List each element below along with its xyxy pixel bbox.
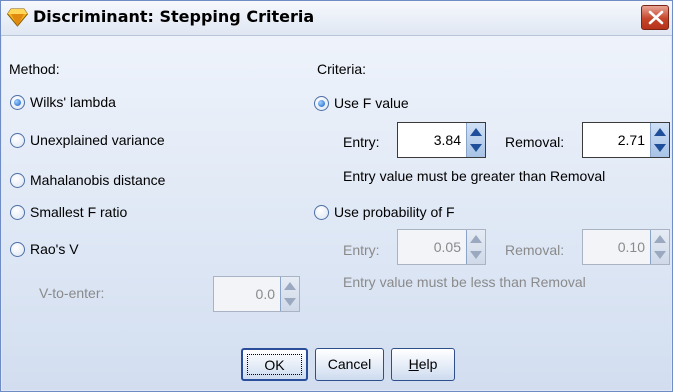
close-icon	[648, 10, 664, 25]
prob-removal-value: 0.10	[617, 239, 645, 255]
radio-label: Use F value	[334, 95, 409, 111]
ok-button-focus: OK	[247, 354, 302, 375]
radio-label: Wilks' lambda	[30, 94, 116, 110]
radio-label: Smallest F ratio	[30, 204, 128, 220]
radio-wilks-lambda[interactable]: Wilks' lambda	[10, 94, 116, 110]
spin-down-icon[interactable]	[470, 144, 482, 152]
f-entry-value: 3.84	[433, 132, 461, 148]
spin-up-icon[interactable]	[470, 235, 482, 243]
help-label-rest: elp	[418, 356, 438, 372]
spin-down-icon[interactable]	[284, 298, 296, 306]
spin-up-icon[interactable]	[284, 282, 296, 290]
radio-unexplained-variance[interactable]: Unexplained variance	[10, 132, 165, 148]
spinner-arrows[interactable]	[650, 230, 669, 264]
f-entry-spinner[interactable]: 3.84	[397, 122, 486, 158]
prob-removal-label: Removal:	[505, 242, 565, 258]
cancel-button[interactable]: Cancel	[315, 348, 384, 381]
radio-indicator	[10, 172, 25, 188]
radio-indicator	[10, 241, 25, 257]
f-removal-label: Removal:	[505, 134, 565, 150]
prob-entry-spinner[interactable]: 0.05	[397, 229, 486, 265]
radio-raos-v[interactable]: Rao's V	[10, 241, 79, 257]
criteria-label: Criteria:	[317, 61, 367, 77]
window-title: Discriminant: Stepping Criteria	[33, 7, 315, 26]
radio-indicator	[10, 204, 25, 220]
radio-label: Unexplained variance	[30, 132, 165, 148]
spin-up-icon[interactable]	[654, 235, 666, 243]
radio-label: Use probability of F	[334, 204, 455, 220]
radio-use-f-value[interactable]: Use F value	[314, 95, 409, 111]
f-removal-value: 2.71	[617, 132, 645, 148]
spin-down-icon[interactable]	[654, 144, 666, 152]
spinner-arrows[interactable]	[650, 123, 669, 157]
f-removal-spinner[interactable]: 2.71	[582, 122, 670, 158]
dialog-body: Method: Wilks' lambda Unexplained varian…	[2, 36, 671, 390]
f-note: Entry value must be greater than Removal	[343, 168, 606, 184]
spin-down-icon[interactable]	[470, 251, 482, 259]
radio-use-probability-of-f[interactable]: Use probability of F	[314, 204, 455, 220]
prob-entry-value: 0.05	[433, 239, 461, 255]
radio-indicator	[314, 204, 329, 220]
f-entry-label: Entry:	[343, 134, 380, 150]
dialog-window: Discriminant: Stepping Criteria Method: …	[0, 0, 673, 392]
radio-label: Mahalanobis distance	[30, 172, 166, 188]
spinner-arrows[interactable]	[466, 230, 485, 264]
radio-label: Rao's V	[30, 241, 79, 257]
spin-up-icon[interactable]	[654, 128, 666, 136]
method-label: Method:	[9, 61, 60, 77]
v-to-enter-label: V-to-enter:	[39, 285, 105, 301]
close-button[interactable]	[641, 5, 669, 30]
radio-mahalanobis-distance[interactable]: Mahalanobis distance	[10, 172, 165, 188]
radio-indicator	[10, 94, 25, 110]
spin-down-icon[interactable]	[654, 251, 666, 259]
spinner-arrows[interactable]	[280, 277, 299, 311]
ok-button[interactable]: OK	[241, 348, 308, 381]
app-diamond-icon	[7, 8, 28, 27]
radio-indicator	[314, 95, 329, 111]
spinner-arrows[interactable]	[466, 123, 485, 157]
title-bar[interactable]: Discriminant: Stepping Criteria	[1, 1, 672, 36]
v-to-enter-value: 0.0	[255, 286, 275, 302]
prob-note: Entry value must be less than Removal	[343, 274, 586, 290]
prob-removal-spinner[interactable]: 0.10	[582, 229, 670, 265]
prob-entry-label: Entry:	[343, 242, 380, 258]
radio-indicator	[10, 132, 25, 148]
help-button[interactable]: Help	[391, 348, 455, 381]
spin-up-icon[interactable]	[470, 128, 482, 136]
v-to-enter-spinner[interactable]: 0.0	[213, 276, 300, 312]
help-mnemonic: H	[408, 356, 419, 372]
radio-smallest-f-ratio[interactable]: Smallest F ratio	[10, 204, 127, 220]
